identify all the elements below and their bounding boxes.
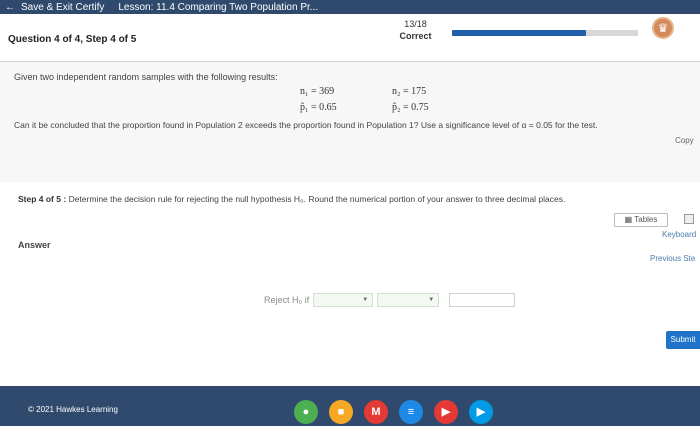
question-header: Question 4 of 4, Step 4 of 5 13/18 Corre… — [0, 14, 700, 62]
step-text: Determine the decision rule for rejectin… — [68, 194, 566, 204]
critical-value-input[interactable] — [449, 293, 516, 307]
docs-icon[interactable]: ≡ — [399, 400, 423, 424]
tables-label: Tables — [634, 215, 658, 224]
progress-fill — [452, 30, 586, 36]
chevron-down-icon: ▼ — [428, 297, 435, 303]
footer: © 2021 Hawkes Learning ● ■ M ≡ ▶ ▶ — [0, 386, 700, 437]
correct-status: Correct — [399, 31, 432, 41]
inequality-dropdown[interactable]: ▼ — [377, 293, 440, 307]
problem-question: Can it be concluded that the proportion … — [14, 120, 598, 130]
table-icon: ▦ — [624, 215, 635, 224]
youtube-icon[interactable]: ▶ — [434, 400, 458, 424]
chevron-down-icon: ▼ — [362, 297, 369, 303]
stat-p2: p̂₂ = 0.75 — [392, 102, 429, 113]
question-step-label: Question 4 of 4, Step 4 of 5 — [8, 34, 137, 45]
decision-rule-row: Reject H₀ if ▼ ▼ — [264, 293, 516, 307]
problem-panel: Given two independent random samples wit… — [0, 62, 700, 182]
previous-steps-link[interactable]: Previous Ste — [650, 254, 695, 263]
reject-label: Reject H₀ if — [264, 295, 310, 305]
copy-button[interactable]: Copy — [675, 136, 694, 145]
save-exit-button[interactable]: Save & Exit Certify — [21, 2, 104, 13]
sample-stats: n₁ = 369 n₂ = 175 p̂₁ = 0.65 p̂₂ = 0.75 — [300, 86, 484, 118]
achievement-badge-icon[interactable]: ♛ — [652, 17, 674, 39]
gmail-icon[interactable]: M — [364, 400, 388, 424]
stat-p1: p̂₁ = 0.65 — [300, 102, 337, 113]
stat-n1: n₁ = 369 — [300, 86, 335, 97]
submit-button[interactable]: Submit — [666, 331, 700, 349]
problem-intro: Given two independent random samples wit… — [14, 72, 278, 82]
progress-bar — [452, 30, 638, 36]
tables-button[interactable]: ▦ Tables — [614, 213, 668, 227]
statistic-dropdown[interactable]: ▼ — [313, 293, 374, 307]
keyboard-icon[interactable] — [684, 214, 694, 224]
score-block: 13/18 Correct — [388, 18, 443, 42]
keyboard-link[interactable]: Keyboard — [662, 230, 696, 239]
step-label: Step 4 of 5 : — [18, 194, 67, 204]
step-instructions: Step 4 of 5 : Determine the decision rul… — [18, 194, 565, 204]
lesson-title: Lesson: 11.4 Comparing Two Population Pr… — [118, 1, 319, 13]
top-bar: ← Save & Exit Certify Lesson: 11.4 Compa… — [0, 0, 700, 14]
copyright-text: © 2021 Hawkes Learning — [28, 405, 118, 414]
answer-area: Reject H₀ if ▼ ▼ Submit — [0, 276, 700, 386]
score-value: 13/18 — [404, 19, 427, 29]
answer-label: Answer — [18, 240, 51, 250]
slides-icon[interactable]: ■ — [329, 400, 353, 424]
taskbar-dock: ● ■ M ≡ ▶ ▶ — [294, 400, 493, 424]
back-arrow-icon[interactable]: ← — [5, 2, 15, 13]
stat-n2: n₂ = 175 — [392, 86, 427, 97]
chrome-icon[interactable]: ● — [294, 400, 318, 424]
play-icon[interactable]: ▶ — [469, 400, 493, 424]
